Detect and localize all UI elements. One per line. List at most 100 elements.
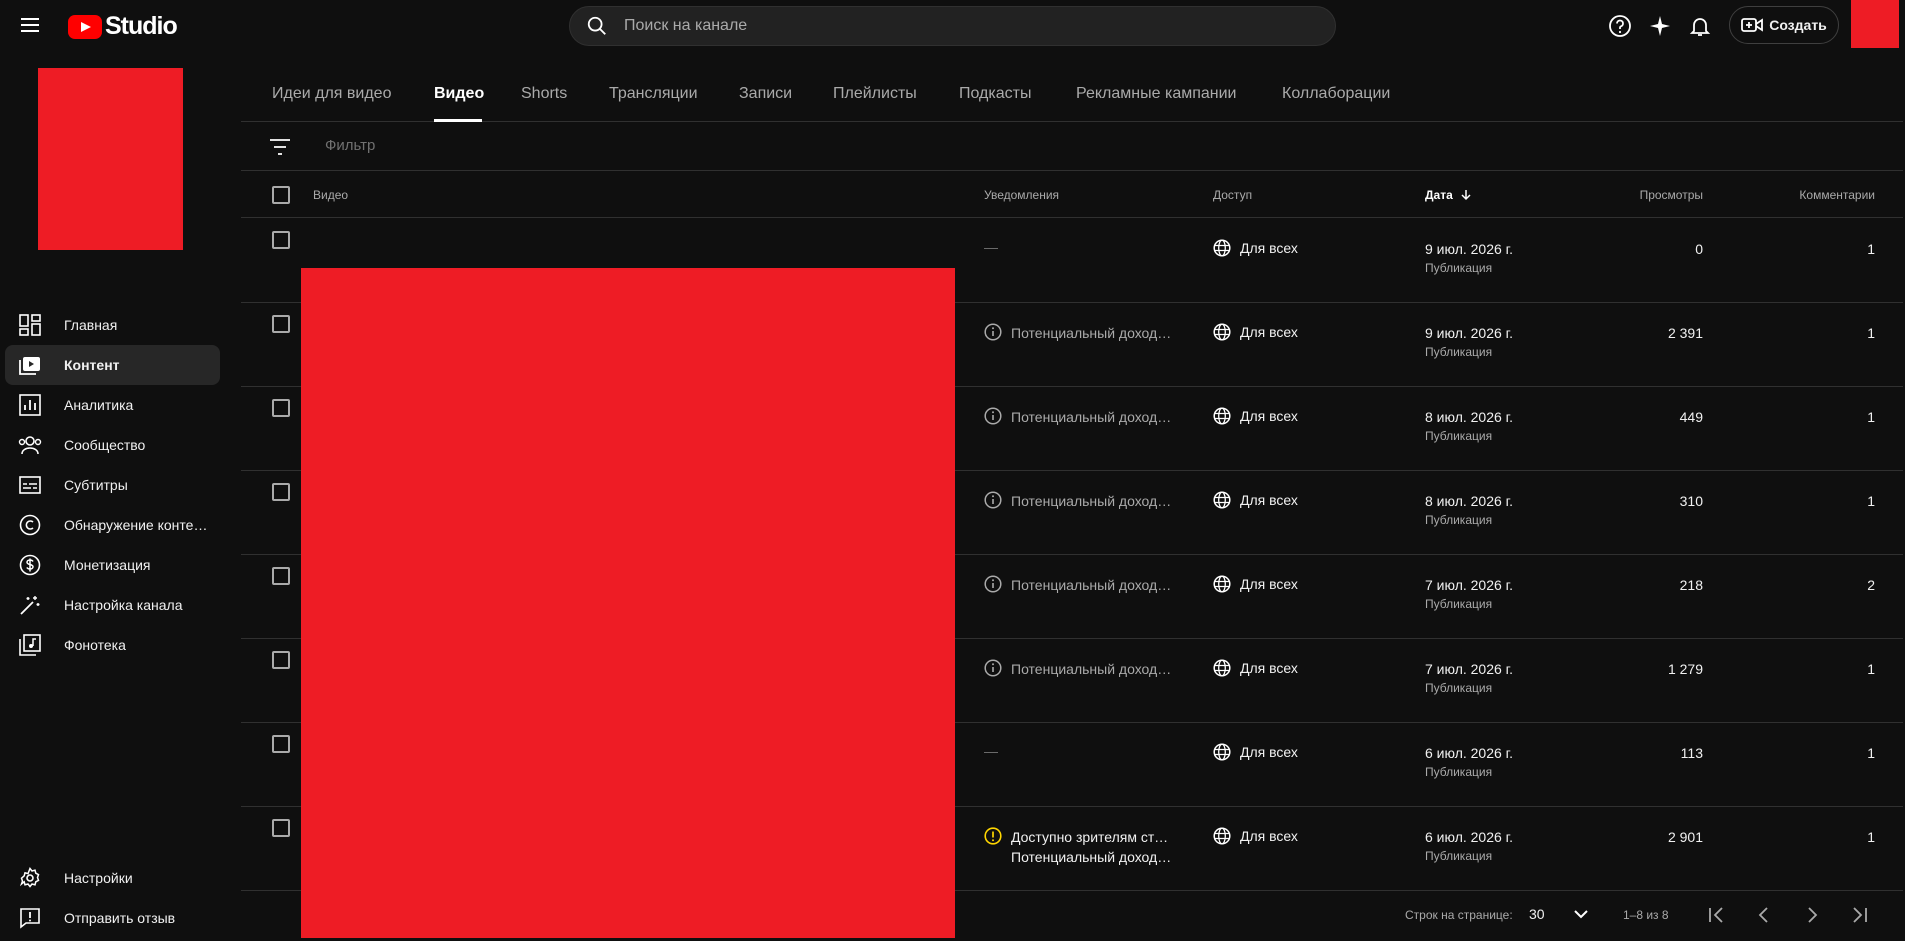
tab-live[interactable]: Трансляции — [609, 85, 698, 103]
chevron-down-icon[interactable] — [1571, 904, 1591, 924]
row-checkbox[interactable] — [272, 651, 290, 669]
visibility-cell[interactable]: Для всех — [1213, 407, 1298, 425]
views-value: 310 — [1679, 493, 1703, 509]
channel-avatar[interactable] — [38, 68, 183, 250]
row-checkbox[interactable] — [272, 735, 290, 753]
sort-desc-icon — [1461, 190, 1471, 201]
youtube-logo-icon — [68, 14, 102, 39]
visibility-cell[interactable]: Для всех — [1213, 323, 1298, 341]
info-icon — [984, 407, 1002, 425]
help-icon[interactable] — [1606, 12, 1634, 40]
notification-text: Потенциальный доход … — [1011, 661, 1174, 677]
sidebar: Главная Контент Аналитика Сообщество Суб… — [0, 52, 226, 941]
sidebar-item-content[interactable]: Контент — [5, 345, 220, 385]
visibility-cell[interactable]: Для всех — [1213, 743, 1298, 761]
top-bar: Studio Создать — [0, 0, 1905, 52]
sidebar-item-analytics[interactable]: Аналитика — [5, 385, 220, 425]
globe-icon — [1213, 323, 1231, 341]
search-box[interactable] — [569, 6, 1336, 46]
row-checkbox[interactable] — [272, 315, 290, 333]
tab-videos[interactable]: Видео — [434, 85, 484, 103]
globe-icon — [1213, 491, 1231, 509]
sparkle-icon[interactable] — [1646, 12, 1674, 40]
date-value: 7 июл. 2026 г. — [1425, 577, 1513, 593]
filter-icon[interactable] — [269, 137, 291, 157]
filter-input[interactable] — [325, 137, 925, 154]
first-page-icon[interactable] — [1705, 904, 1727, 926]
table-header: Видео Уведомления Доступ Дата Просмотры … — [241, 172, 1903, 218]
sidebar-item-customization[interactable]: Настройка канала — [5, 585, 220, 625]
next-page-icon[interactable] — [1801, 904, 1823, 926]
prev-page-icon[interactable] — [1753, 904, 1775, 926]
comments-value: 2 — [1867, 577, 1875, 593]
date-value: 7 июл. 2026 г. — [1425, 661, 1513, 677]
select-all-checkbox[interactable] — [272, 186, 290, 204]
date-status: Публикация — [1425, 849, 1493, 863]
column-views[interactable]: Просмотры — [1640, 188, 1703, 202]
visibility-cell[interactable]: Для всех — [1213, 827, 1298, 845]
analytics-icon — [18, 393, 42, 417]
menu-icon[interactable] — [18, 14, 42, 38]
last-page-icon[interactable] — [1849, 904, 1871, 926]
notification-text: Доступно зрителям ста… — [1011, 829, 1174, 845]
notification-info[interactable]: Потенциальный доход … — [984, 659, 1194, 679]
tab-shorts[interactable]: Shorts — [521, 85, 567, 103]
visibility-cell[interactable]: Для всех — [1213, 659, 1298, 677]
views-value: 2 391 — [1667, 325, 1703, 341]
notification-info[interactable]: Потенциальный доход … — [984, 491, 1194, 511]
visibility-cell[interactable]: Для всех — [1213, 491, 1298, 509]
tab-ideas[interactable]: Идеи для видео — [272, 85, 391, 103]
sidebar-item-settings[interactable]: Настройки — [5, 858, 220, 898]
row-checkbox[interactable] — [272, 819, 290, 837]
create-button[interactable]: Создать — [1729, 6, 1839, 44]
date-status: Публикация — [1425, 429, 1493, 443]
visibility-label: Для всех — [1240, 744, 1298, 760]
warning-icon — [984, 827, 1002, 845]
sidebar-item-content-detection[interactable]: Обнаружение контен… — [5, 505, 220, 545]
column-video[interactable]: Видео — [313, 188, 348, 202]
rows-per-page-value[interactable]: 30 — [1529, 906, 1545, 922]
customization-icon — [18, 593, 42, 617]
account-avatar[interactable] — [1851, 0, 1899, 48]
studio-logo[interactable]: Studio — [68, 12, 178, 41]
notification-warning[interactable]: Доступно зрителям ста… Потенциальный дохо… — [984, 827, 1194, 867]
visibility-cell[interactable]: Для всех — [1213, 575, 1298, 593]
logo-text: Studio — [105, 12, 178, 40]
date-status: Публикация — [1425, 597, 1493, 611]
tab-playlists[interactable]: Плейлисты — [833, 85, 917, 103]
sidebar-item-community[interactable]: Сообщество — [5, 425, 220, 465]
date-value: 8 июл. 2026 г. — [1425, 493, 1513, 509]
sidebar-item-label: Главная — [64, 317, 118, 333]
column-access[interactable]: Доступ — [1213, 188, 1252, 202]
column-comments[interactable]: Комментарии — [1799, 188, 1875, 202]
tab-collaborations[interactable]: Коллаборации — [1282, 85, 1390, 103]
views-value: 1 279 — [1667, 661, 1703, 677]
notification-info[interactable]: Потенциальный доход … — [984, 407, 1194, 427]
page-range: 1–8 из 8 — [1623, 908, 1669, 922]
row-checkbox[interactable] — [272, 567, 290, 585]
notification-info[interactable]: Потенциальный доход … — [984, 323, 1194, 343]
tab-promotions[interactable]: Рекламные кампании — [1076, 85, 1236, 103]
video-thumbnails-redacted[interactable] — [301, 268, 955, 938]
sidebar-item-feedback[interactable]: Отправить отзыв — [5, 898, 220, 938]
globe-icon — [1213, 407, 1231, 425]
sidebar-item-dashboard[interactable]: Главная — [5, 305, 220, 345]
row-checkbox[interactable] — [272, 399, 290, 417]
tab-podcasts[interactable]: Подкасты — [959, 85, 1031, 103]
search-icon[interactable] — [586, 15, 608, 37]
sidebar-item-subtitles[interactable]: Субтитры — [5, 465, 220, 505]
visibility-cell[interactable]: Для всех — [1213, 239, 1298, 257]
tab-posts[interactable]: Записи — [739, 85, 792, 103]
notification-info[interactable]: Потенциальный доход … — [984, 575, 1194, 595]
visibility-label: Для всех — [1240, 660, 1298, 676]
comments-value: 1 — [1867, 493, 1875, 509]
sidebar-item-audio-library[interactable]: Фонотека — [5, 625, 220, 665]
notifications-bell-icon[interactable] — [1686, 12, 1714, 40]
row-checkbox[interactable] — [272, 483, 290, 501]
sidebar-item-monetization[interactable]: Монетизация — [5, 545, 220, 585]
search-input[interactable] — [624, 17, 1224, 35]
rows-per-page-label: Строк на странице: — [1405, 908, 1513, 922]
content-icon — [18, 353, 42, 377]
row-checkbox[interactable] — [272, 231, 290, 249]
column-date[interactable]: Дата — [1425, 188, 1472, 202]
